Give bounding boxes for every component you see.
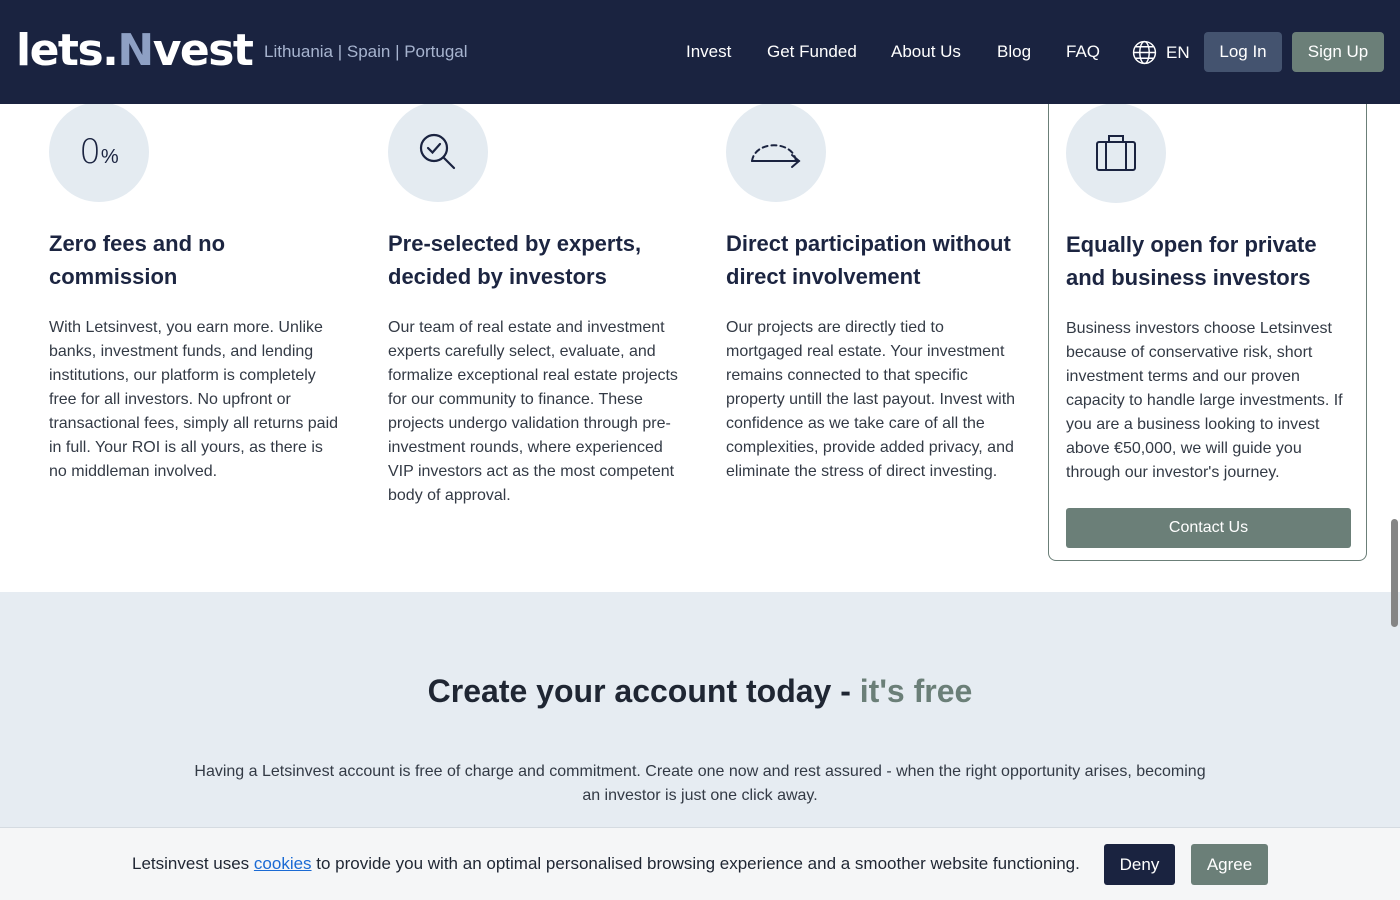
feature-title: Equally open for private and business in… [1066,232,1317,290]
login-button[interactable]: Log In [1204,32,1282,72]
feature-zero-fees: 0% Zero fees and no commission With Lets… [49,102,339,484]
contact-us-button[interactable]: Contact Us [1066,508,1351,548]
cta-text: Having a Letsinvest account is free of c… [194,763,1206,804]
agree-button[interactable]: Agree [1191,844,1268,885]
nav-get-funded[interactable]: Get Funded [767,42,857,62]
feature-body: With Letsinvest, you earn more. Unlike b… [49,319,339,480]
briefcase-icon [1066,103,1166,203]
deny-button[interactable]: Deny [1104,844,1175,885]
logo-text-lets: lets. [16,25,119,76]
feature-title: Direct participation without direct invo… [726,231,1011,289]
cookie-banner: Letsinvest uses cookies to provide you w… [0,827,1400,900]
nav-blog[interactable]: Blog [997,42,1031,62]
feature-pre-selected: Pre-selected by experts, decided by inve… [388,102,678,508]
feature-body: Our projects are directly tied to mortga… [726,319,1016,480]
nav-invest[interactable]: Invest [686,42,731,62]
language-selector[interactable]: EN [1132,40,1190,65]
nav-about-us[interactable]: About Us [891,42,961,62]
language-label: EN [1166,42,1190,62]
cta-title-accent: it's free [859,673,973,709]
zero-percent-icon: 0% [49,102,149,202]
feature-title: Zero fees and no commission [49,231,226,289]
zero-glyph: 0 [79,132,101,172]
cta-title-main: Create your account today - [427,673,860,709]
country-list: Lithuania | Spain | Portugal [264,42,468,61]
logo-text-n: N [117,25,154,76]
letsinvest-logo[interactable]: lets.Nvest [16,25,254,76]
magnifier-check-icon [388,102,488,202]
feature-private-business: Equally open for private and business in… [1066,103,1356,548]
cookie-text-before: Letsinvest uses [132,854,254,873]
site-header: lets.Nvest Lithuania | Spain | Portugal … [0,0,1400,104]
logo-text-vest: vest [152,25,254,76]
signup-button[interactable]: Sign Up [1292,32,1384,72]
globe-icon [1132,40,1157,65]
feature-direct-participation: Direct participation without direct invo… [726,102,1016,484]
cta-title: Create your account today - it's free [0,672,1400,710]
nav-faq[interactable]: FAQ [1066,42,1100,62]
feature-title: Pre-selected by experts, decided by inve… [388,231,642,289]
feature-body: Our team of real estate and investment e… [388,319,678,504]
cookie-text-after: to provide you with an optimal personali… [311,854,1080,873]
feature-body: Business investors choose Letsinvest bec… [1066,320,1343,481]
cookie-message: Letsinvest uses cookies to provide you w… [132,854,1080,874]
cookies-link[interactable]: cookies [254,854,312,873]
percent-glyph: % [100,146,119,168]
scrollbar-thumb[interactable] [1391,519,1398,627]
dashed-arc-arrow-icon [726,102,826,202]
